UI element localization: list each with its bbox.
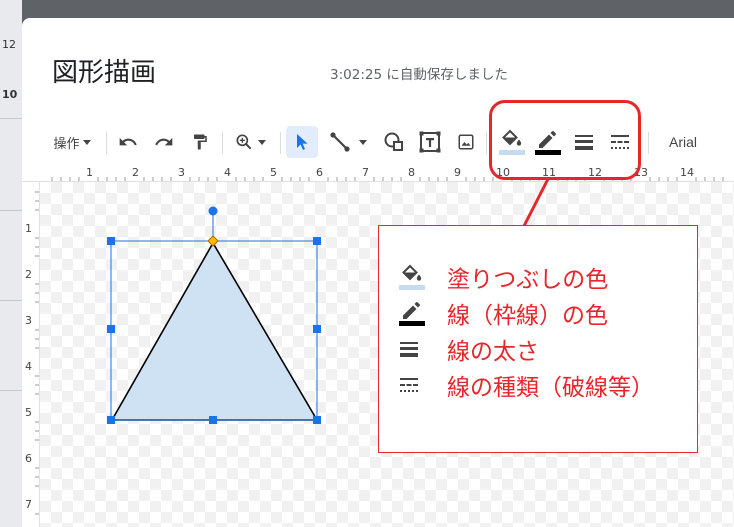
select-arrow-icon bbox=[297, 134, 308, 150]
ruler-number: 8 bbox=[408, 166, 415, 179]
legend-item: 線の種類（破線等） bbox=[399, 368, 654, 402]
border-weight-icon bbox=[400, 342, 418, 357]
redo-button[interactable] bbox=[150, 126, 178, 158]
chevron-down-icon bbox=[82, 139, 91, 145]
legend-label: 線の太さ bbox=[447, 339, 539, 365]
ruler-number: 6 bbox=[316, 166, 323, 179]
ruler-number: 7 bbox=[25, 498, 32, 511]
text-box-button[interactable] bbox=[416, 126, 444, 158]
ruler-number: 4 bbox=[224, 166, 231, 179]
chevron-down-icon bbox=[258, 139, 266, 145]
legend-item: 線の太さ bbox=[399, 332, 539, 366]
ruler-number: 2 bbox=[25, 268, 32, 281]
font-name-dropdown[interactable]: Arial bbox=[660, 126, 706, 158]
ruler-number: 5 bbox=[270, 166, 277, 179]
ruler-number: 3 bbox=[178, 166, 185, 179]
background-text: 12 bbox=[2, 38, 16, 51]
line-icon bbox=[330, 132, 350, 152]
background-text: 10 bbox=[2, 88, 18, 101]
paint-format-icon bbox=[194, 134, 207, 150]
toolbar-highlight-annotation bbox=[489, 100, 641, 180]
undo-button[interactable] bbox=[114, 126, 142, 158]
zoom-icon bbox=[236, 134, 252, 150]
legend-label: 線（枠線）の色 bbox=[447, 303, 608, 329]
ruler-number: 5 bbox=[25, 406, 32, 419]
shape-tool-button[interactable] bbox=[380, 126, 408, 158]
actions-menu-button[interactable]: 操作 bbox=[46, 126, 98, 158]
undo-icon bbox=[119, 137, 137, 146]
ruler-number: 7 bbox=[362, 166, 369, 179]
chevron-down-icon bbox=[359, 139, 367, 145]
vertical-ruler: 1 2 3 4 5 6 7 bbox=[22, 182, 40, 527]
fill-color-icon bbox=[399, 264, 425, 290]
legend-label: 塗りつぶしの色 bbox=[447, 267, 609, 293]
image-icon bbox=[458, 134, 474, 150]
redo-icon bbox=[155, 137, 173, 146]
dialog-title: 図形描画 bbox=[52, 58, 157, 88]
select-button[interactable] bbox=[286, 126, 318, 158]
legend-item: 塗りつぶしの色 bbox=[399, 260, 608, 294]
legend-label: 線の種類（破線等） bbox=[447, 375, 654, 401]
border-color-icon bbox=[399, 302, 425, 326]
paint-format-button[interactable] bbox=[186, 126, 214, 158]
image-button[interactable] bbox=[452, 126, 480, 158]
zoom-button[interactable] bbox=[228, 126, 272, 158]
border-dash-icon bbox=[400, 378, 418, 392]
text-box-icon bbox=[419, 131, 441, 153]
line-tool-button[interactable] bbox=[324, 126, 372, 158]
ruler-number: 1 bbox=[25, 222, 32, 235]
ruler-number: 2 bbox=[132, 166, 139, 179]
background-document: 12 10 bbox=[0, 0, 22, 527]
legend-callout: 塗りつぶしの色 線（枠線）の色 線の太さ 線の種類（破線等） bbox=[378, 225, 698, 453]
autosave-status: 3:02:25 に自動保存しました bbox=[330, 67, 508, 83]
shape-icon bbox=[384, 132, 403, 151]
legend-item: 線（枠線）の色 bbox=[399, 296, 608, 330]
ruler-number: 9 bbox=[454, 166, 461, 179]
ruler-number: 6 bbox=[25, 452, 32, 465]
actions-menu-label: 操作 bbox=[53, 136, 80, 152]
ruler-number: 4 bbox=[25, 360, 32, 373]
ruler-number: 1 bbox=[86, 166, 93, 179]
ruler-number: 3 bbox=[25, 314, 32, 327]
ruler-number: 14 bbox=[680, 166, 694, 179]
